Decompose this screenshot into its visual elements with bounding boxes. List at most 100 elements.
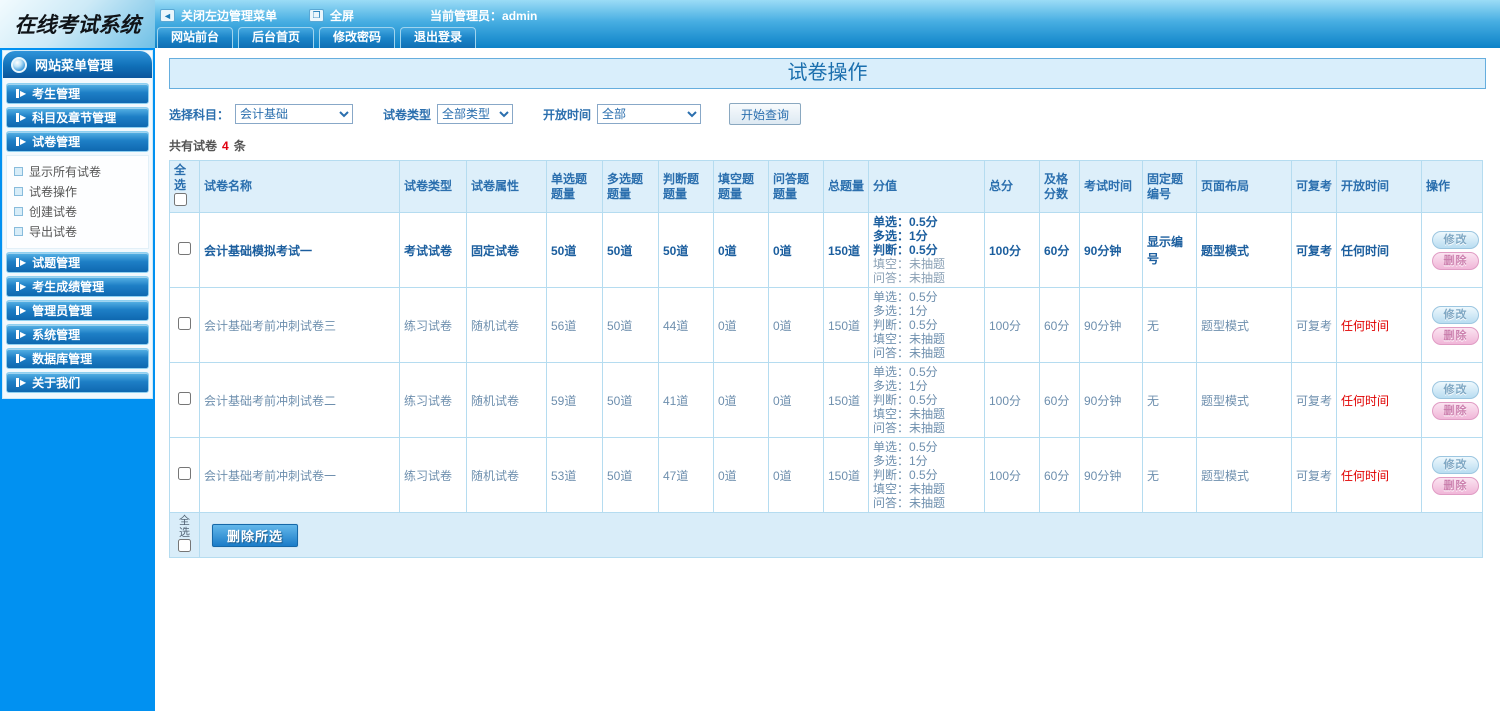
pass-score-cell: 60分 [1039,437,1080,513]
app-logo: 在线考试系统 [0,0,155,48]
header-open-time: 开放时间 [1336,160,1422,213]
play-icon: ▶ [16,330,26,339]
sidebar-item-about-us[interactable]: ▶ 关于我们 [6,372,149,393]
score-values-cell: 单选：0.5分 多选：1分 判断：0.5分 填空：未抽题 问答：未抽题 [868,362,985,438]
exam-time-cell: 90分钟 [1079,287,1143,363]
paper-type-select[interactable]: 全部类型 [437,104,514,124]
paper-count-line: 共有试卷 4 条 [169,137,1500,154]
judge-count-cell: 47道 [658,437,714,513]
footer-select-all-checkbox[interactable] [178,539,191,552]
total-score-cell: 100分 [984,212,1040,288]
open-time-select[interactable]: 全部 [597,104,702,124]
fixed-number-cell: 无 [1142,437,1197,513]
row-select-cell [169,437,200,513]
score-values-cell: 单选：0.5分 多选：1分 判断：0.5分 填空：未抽题 问答：未抽题 [868,287,985,363]
modify-button[interactable]: 修改 [1432,380,1479,399]
header-paper-attr: 试卷属性 [466,160,547,213]
pass-score-cell: 60分 [1039,287,1080,363]
delete-selected-button[interactable]: 删除所选 [212,523,298,547]
tab-site-front[interactable]: 网站前台 [157,27,234,48]
play-icon: ▶ [16,113,26,122]
play-icon: ▶ [16,306,26,315]
score-line: 问答：未抽题 [873,496,946,510]
sidebar-item-admin-mgmt[interactable]: ▶ 管理员管理 [6,300,149,321]
sidebar-item-subject-chapter-mgmt[interactable]: ▶ 科目及章节管理 [6,107,149,128]
qa-count-cell: 0道 [768,362,824,438]
header-total-count: 总题量 [823,160,869,213]
search-button[interactable]: 开始查询 [729,103,802,125]
submenu-item-export-paper[interactable]: 导出试卷 [14,221,148,241]
blank-count-cell: 0道 [713,362,769,438]
header-paper-type: 试卷类型 [399,160,467,213]
submenu-item-create-paper[interactable]: 创建试卷 [14,201,148,221]
retake-cell: 可复考 [1291,212,1337,288]
fullscreen-link[interactable]: ❐ 全屏 [309,7,354,24]
sidebar-item-label: 系统管理 [32,328,81,342]
play-icon: ▶ [16,378,26,387]
submenu-item-paper-operation[interactable]: 试卷操作 [14,181,148,201]
open-time-filter-label: 开放时间 [543,107,592,122]
sidebar-header: 网站菜单管理 [3,51,152,78]
close-left-menu-label: 关闭左边管理菜单 [181,9,278,23]
score-line: 填空：未抽题 [873,257,946,271]
sidebar-item-database-mgmt[interactable]: ▶ 数据库管理 [6,348,149,369]
page-layout-cell: 题型模式 [1196,437,1292,513]
subject-select[interactable]: 会计基础 [235,104,354,124]
tab-change-password[interactable]: 修改密码 [319,27,396,48]
close-left-menu-link[interactable]: ◄ 关闭左边管理菜单 [160,7,277,24]
score-line: 问答：未抽题 [873,421,946,435]
paper-name-cell: 会计基础考前冲刺试卷三 [199,287,400,363]
fixed-number-cell: 无 [1142,287,1197,363]
sidebar-item-system-mgmt[interactable]: ▶ 系统管理 [6,324,149,345]
delete-button[interactable]: 删除 [1432,251,1479,270]
delete-button[interactable]: 删除 [1432,401,1479,420]
count-number: 4 [222,139,229,153]
play-icon: ▶ [16,258,26,267]
footer-select-all-cell: 全选 [169,512,200,558]
score-line: 多选：1分 [873,229,928,243]
delete-button[interactable]: 删除 [1432,326,1479,345]
single-count-cell: 53道 [546,437,603,513]
score-line: 单选：0.5分 [873,290,938,304]
sidebar-item-score-mgmt[interactable]: ▶ 考生成绩管理 [6,276,149,297]
row-checkbox[interactable] [178,317,191,330]
sidebar-item-examinee-mgmt[interactable]: ▶ 考生管理 [6,83,149,104]
modify-button[interactable]: 修改 [1432,230,1479,249]
tab-logout[interactable]: 退出登录 [400,27,477,48]
submenu-item-label: 显示所有试卷 [29,164,102,179]
count-prefix: 共有试卷 [169,139,218,153]
row-checkbox[interactable] [178,242,191,255]
header-fixed-number: 固定题编号 [1142,160,1197,213]
retake-cell: 可复考 [1291,362,1337,438]
header-score-values: 分值 [868,160,985,213]
count-suffix: 条 [233,139,246,153]
score-values-cell: 单选：0.5分 多选：1分 判断：0.5分 填空：未抽题 问答：未抽题 [868,437,985,513]
score-line: 多选：1分 [873,379,928,393]
footer-select-all-label: 全选 [179,515,190,539]
select-all-checkbox[interactable] [174,193,187,206]
score-line: 多选：1分 [873,304,928,318]
judge-count-cell: 41道 [658,362,714,438]
square-bullet-icon [14,186,23,196]
header-select-all: 全选 [169,160,200,213]
square-bullet-icon [14,226,23,236]
blank-count-cell: 0道 [713,437,769,513]
delete-button[interactable]: 删除 [1432,476,1479,495]
row-checkbox[interactable] [178,392,191,405]
tab-admin-home[interactable]: 后台首页 [238,27,315,48]
table-header-row: 全选 试卷名称 试卷类型 试卷属性 单选题题量 多选题题量 判断题题量 填空题题… [169,160,1483,213]
page-layout-cell: 题型模式 [1196,362,1292,438]
score-line: 问答：未抽题 [873,271,946,285]
fullscreen-label: 全屏 [330,9,355,23]
sidebar-item-question-mgmt[interactable]: ▶ 试题管理 [6,252,149,273]
modify-button[interactable]: 修改 [1432,455,1479,474]
main-content: 试卷操作 选择科目： 会计基础 试卷类型 全部类型 开放时间 全部 开始查询 共… [155,48,1500,711]
total-count-cell: 150道 [823,437,869,513]
page-layout-cell: 题型模式 [1196,287,1292,363]
sidebar-item-paper-mgmt[interactable]: ▶ 试卷管理 [6,131,149,152]
modify-button[interactable]: 修改 [1432,305,1479,324]
submenu-item-show-all-papers[interactable]: 显示所有试卷 [14,161,148,181]
submenu-item-label: 导出试卷 [29,224,78,239]
row-checkbox[interactable] [178,467,191,480]
exam-time-cell: 90分钟 [1079,362,1143,438]
